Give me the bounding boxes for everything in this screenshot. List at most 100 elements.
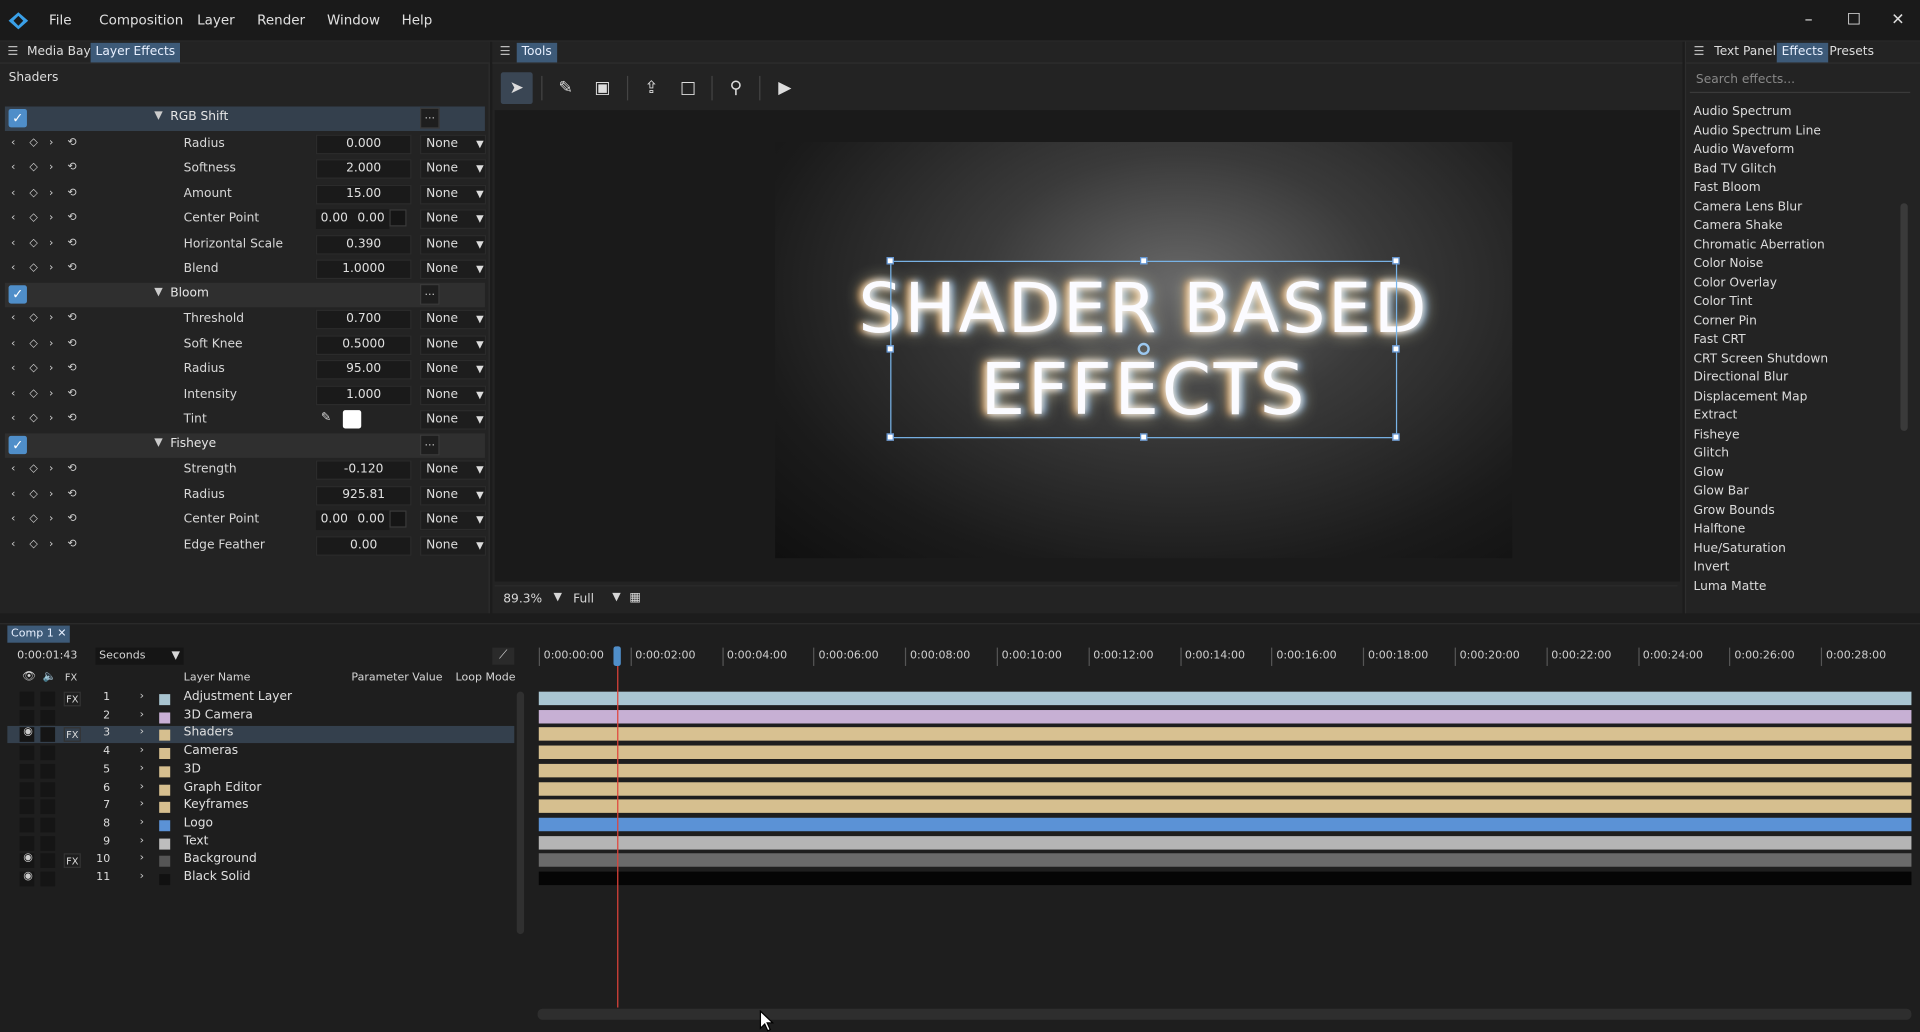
effect-list-item[interactable]: Camera Lens Blur (1693, 200, 1802, 213)
add-keyframe-icon[interactable]: ◇ (29, 262, 37, 274)
layer-duration-bar[interactable] (538, 691, 1912, 706)
menu-layer[interactable]: Layer (197, 12, 235, 28)
effect-list-item[interactable]: Halftone (1693, 523, 1745, 536)
parameter-value-input[interactable]: 0.000 (315, 134, 412, 154)
keyframe-loop-icon[interactable]: ⟲ (67, 136, 76, 148)
transform-handle[interactable] (886, 257, 894, 265)
effect-list-item[interactable]: Color Tint (1693, 295, 1752, 308)
effect-list-item[interactable]: Bad TV Glitch (1693, 162, 1776, 175)
tab-text-panel[interactable]: Text Panel (1709, 43, 1780, 63)
visibility-toggle[interactable] (19, 763, 35, 779)
add-keyframe-icon[interactable]: ◇ (29, 212, 37, 224)
parameter-value-input[interactable]: -0.120 (315, 460, 412, 480)
layer-name[interactable]: 3D Camera (184, 708, 253, 721)
playhead-handle[interactable] (613, 646, 621, 666)
layer-duration-bar[interactable] (538, 727, 1912, 742)
collapse-triangle-icon[interactable]: ▼ (154, 286, 162, 298)
next-keyframe-icon[interactable]: › (49, 538, 53, 550)
audio-toggle[interactable] (40, 799, 56, 815)
edit-tool-icon[interactable]: ✎ (550, 72, 582, 104)
audio-toggle[interactable] (40, 835, 56, 851)
parameter-value-input[interactable]: 0.700 (315, 309, 412, 330)
next-keyframe-icon[interactable]: › (49, 413, 53, 425)
fx-toggle[interactable]: FX (63, 853, 81, 869)
resolution-value[interactable]: Full (573, 593, 594, 606)
keyframe-loop-icon[interactable]: ⟲ (67, 538, 76, 550)
camera-tool-icon[interactable]: ▶ (769, 72, 801, 104)
layer-duration-bar[interactable] (538, 871, 1912, 886)
interpolation-dropdown[interactable]: None ▼ (420, 309, 487, 330)
layer-color-swatch[interactable] (159, 874, 171, 886)
previous-keyframe-icon[interactable]: ‹ (11, 312, 15, 324)
previous-keyframe-icon[interactable]: ‹ (11, 187, 15, 199)
next-keyframe-icon[interactable]: › (49, 513, 53, 525)
fx-toggle[interactable]: FX (63, 727, 81, 743)
center-y-input[interactable]: 0.00 (352, 510, 390, 531)
maximize-icon[interactable]: ☐ (1843, 10, 1865, 32)
effect-enabled-checkbox[interactable]: ✓ (8, 284, 27, 303)
point-picker-icon[interactable] (389, 510, 407, 528)
effect-list-item[interactable]: Color Noise (1693, 257, 1763, 270)
audio-toggle[interactable] (40, 817, 56, 833)
effect-list-item[interactable]: Chromatic Aberration (1693, 238, 1824, 251)
select-tool-icon[interactable]: ➤ (500, 72, 533, 105)
transform-handle[interactable] (1392, 433, 1400, 441)
transform-handle[interactable] (1392, 257, 1400, 265)
audio-toggle[interactable] (40, 853, 56, 869)
parameter-value-input[interactable]: 0.5000 (315, 334, 412, 355)
next-keyframe-icon[interactable]: › (49, 237, 53, 249)
transform-handle[interactable] (886, 345, 894, 353)
next-keyframe-icon[interactable]: › (49, 136, 53, 148)
visibility-toggle[interactable] (19, 709, 35, 725)
tab-comp[interactable]: Comp 1 ✕ (7, 625, 71, 643)
effect-list-item[interactable]: Directional Blur (1693, 371, 1788, 384)
parameter-value-input[interactable]: 1.000 (315, 385, 412, 405)
interpolation-dropdown[interactable]: None ▼ (420, 510, 487, 531)
interpolation-dropdown[interactable]: None ▼ (420, 460, 487, 480)
audio-toggle[interactable] (40, 871, 56, 887)
menu-render[interactable]: Render (257, 12, 305, 28)
effect-enabled-checkbox[interactable]: ✓ (8, 435, 27, 454)
next-keyframe-icon[interactable]: › (49, 162, 53, 174)
effect-options-button[interactable]: ... (420, 107, 440, 129)
tools-menu-icon[interactable]: ☰ (500, 45, 511, 58)
search-effects-input[interactable]: Search effects... (1689, 71, 1911, 94)
layer-name[interactable]: Adjustment Layer (184, 690, 292, 703)
previous-keyframe-icon[interactable]: ‹ (11, 337, 15, 349)
effect-list-item[interactable]: Audio Spectrum (1693, 105, 1791, 118)
effect-group[interactable]: ✓ ▼ RGB Shift... (4, 106, 485, 131)
parameter-value-input[interactable]: 0.390 (315, 234, 412, 255)
keyframe-loop-icon[interactable]: ⟲ (67, 413, 76, 425)
playhead[interactable] (617, 646, 619, 1008)
keyframe-loop-icon[interactable]: ⟲ (67, 312, 76, 324)
layer-row[interactable]: ◉ FX 10 › Background (7, 852, 514, 869)
next-keyframe-icon[interactable]: › (49, 212, 53, 224)
keyframe-loop-icon[interactable]: ⟲ (67, 162, 76, 174)
add-keyframe-icon[interactable]: ◇ (29, 187, 37, 199)
next-keyframe-icon[interactable]: › (49, 362, 53, 374)
layer-duration-bar[interactable] (538, 745, 1912, 760)
visibility-toggle[interactable] (19, 835, 35, 851)
minimize-icon[interactable]: – (1798, 10, 1820, 32)
close-comp-icon[interactable]: ✕ (57, 628, 66, 640)
layer-row[interactable]: 4 › Cameras (7, 744, 514, 761)
expand-layer-icon[interactable]: › (140, 708, 144, 720)
interpolation-dropdown[interactable]: None ▼ (420, 359, 487, 380)
center-x-input[interactable]: 0.00 (315, 209, 353, 229)
interpolation-dropdown[interactable]: None ▼ (420, 234, 487, 255)
keyframe-loop-icon[interactable]: ⟲ (67, 488, 76, 500)
fx-toggle[interactable]: FX (63, 691, 81, 707)
effect-list-item[interactable]: Invert (1693, 561, 1729, 574)
next-keyframe-icon[interactable]: › (49, 337, 53, 349)
add-keyframe-icon[interactable]: ◇ (29, 136, 37, 148)
previous-keyframe-icon[interactable]: ‹ (11, 463, 15, 475)
visibility-toggle[interactable] (19, 691, 35, 707)
add-keyframe-icon[interactable]: ◇ (29, 362, 37, 374)
zoom-level[interactable]: 89.3% (503, 593, 542, 606)
interpolation-dropdown[interactable]: None ▼ (420, 385, 487, 405)
previous-keyframe-icon[interactable]: ‹ (11, 387, 15, 399)
layer-color-swatch[interactable] (159, 838, 171, 850)
right-panel-menu-icon[interactable]: ☰ (1693, 45, 1704, 58)
effect-list-item[interactable]: Extract (1693, 409, 1737, 422)
rectangle-tool-icon[interactable]: □ (672, 72, 704, 104)
